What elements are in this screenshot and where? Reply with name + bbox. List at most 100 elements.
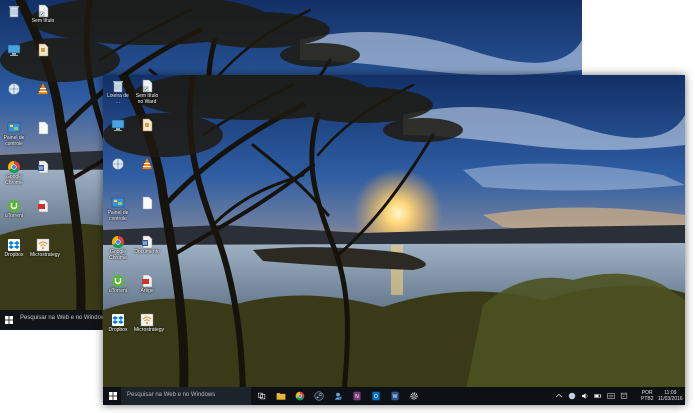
desktop-icon[interactable]: Painel de controle [105,196,131,222]
computer-icon [7,44,21,56]
back-search-box[interactable]: Pesquisar na Web e no Windows [20,315,108,321]
file-shortcut-icon [38,4,49,18]
chrome-icon[interactable] [295,391,305,401]
svg-text:N: N [355,394,359,400]
desktop-icon[interactable] [1,43,27,58]
desktop-icon[interactable]: Google Chrome [1,160,27,186]
svg-text:O: O [374,394,378,400]
people-icon[interactable] [333,391,343,401]
chrome-icon [7,161,20,174]
desktop-icon-label: Sem título [31,18,55,24]
desktop-icon-label: Dropbox [4,252,24,258]
chrome-icon [111,236,124,249]
desktop-icon-label: Painel de controle [3,135,25,147]
network-icon [8,83,20,95]
blank-document-icon [142,196,153,210]
desktop-icon[interactable] [134,157,160,172]
desktop-icon[interactable]: uTorrent [1,199,27,220]
desktop-icon-label: Dropbox [108,327,128,333]
desktop-icon[interactable] [1,4,27,19]
language-indicator[interactable]: POR PTB2 [641,390,654,402]
wallpaper-image [103,75,685,405]
desktop-icon-label: Sem título no Ward [135,93,159,105]
desktop-icon[interactable]: Artigo [134,274,160,295]
wifi-icon [36,238,50,252]
computer-icon [111,119,125,131]
utorrent-icon [8,200,20,212]
dropbox-icon [8,239,20,251]
control-panel-icon [111,197,125,208]
file-shortcut-icon [142,79,153,93]
desktop-icon[interactable]: Lixeira de ... [105,79,131,105]
word-icon[interactable]: W [390,391,400,401]
keyboard-layout: PTB2 [641,396,654,402]
wifi-icon [140,313,154,327]
desktop-icon[interactable]: Dropbox [1,238,27,259]
svg-text:W: W [39,166,44,172]
recycle-bin-icon [9,6,19,18]
volume-icon[interactable] [581,392,589,400]
windows-start-icon[interactable] [5,316,13,324]
control-panel-icon [7,122,21,133]
steam-icon[interactable] [314,391,324,401]
desktop-icon-label: Microstrategy [30,252,61,258]
network-icon[interactable] [568,392,576,400]
desktop-icon[interactable]: W [30,160,56,175]
desktop-icon[interactable] [1,82,27,97]
desktop-icon[interactable]: Google Chrome [105,235,131,261]
vlc-icon [141,157,153,170]
pdf-document-icon [38,199,49,213]
desktop-icon[interactable] [134,196,160,211]
desktop-icon-label: Google Chrome [5,174,23,186]
dropbox-icon [112,314,124,326]
desktop-icon[interactable]: Microstrategy [134,313,165,334]
network-icon [112,158,124,170]
desktop-icon-label: Lixeira de ... [107,93,129,105]
desktop-icon[interactable]: Microstrategy [30,238,61,259]
chevron-up-icon[interactable] [555,392,563,400]
action-center-icon[interactable] [620,392,628,400]
clock-date: 11/03/2016 [658,396,683,402]
windows-start-icon[interactable] [109,392,117,400]
desktop-icon-label: Microstrategy [134,327,165,333]
desktop-icon[interactable] [105,157,131,172]
utorrent-icon [112,275,124,287]
desktop-icon[interactable]: uTorrent [105,274,131,295]
desktop-icon[interactable]: Dropbox [105,313,131,334]
desktop-icon[interactable] [30,43,56,58]
svg-text:W: W [143,241,148,247]
desktop-icon[interactable] [105,118,131,133]
desktop-icon-label: Documento [134,249,160,255]
desktop-icon[interactable] [134,118,160,133]
desktop-icon-label: Artigo [140,288,154,294]
desktop-icon[interactable]: W Documento [134,235,160,256]
desktop-icon-label: uTorrent [108,288,128,294]
vlc-icon [37,82,49,95]
battery-icon[interactable] [594,392,602,400]
file-explorer-icon[interactable] [276,391,286,401]
desktop-icon[interactable]: Sem título no Ward [134,79,160,105]
desktop-icon[interactable] [30,82,56,97]
front-taskbar: Pesquisar na Web e no Windows N O W POR PT… [103,387,685,405]
keyboard-icon[interactable] [607,392,615,400]
taskbar-search-box[interactable]: Pesquisar na Web e no Windows [121,387,251,405]
svg-text:W: W [393,394,398,400]
recycle-bin-icon [113,81,123,93]
onenote-icon[interactable]: N [352,391,362,401]
pdf-document-icon [142,274,153,288]
clock[interactable]: 11:09 11/03/2016 [658,390,683,402]
word-document-icon: W [142,235,153,249]
task-view-icon[interactable] [257,391,267,401]
desktop-icon[interactable]: Sem título [30,4,56,25]
outlook-icon[interactable]: O [371,391,381,401]
desktop-icon[interactable] [30,199,56,214]
desktop-icon-label: Google Chrome [109,249,127,261]
blank-document-icon [38,121,49,135]
document-icon [38,43,49,57]
back-taskbar: Pesquisar na Web e no Windows [0,310,108,330]
desktop-icon-label: Painel de controle [107,210,129,222]
settings-gear-icon[interactable] [409,391,419,401]
word-document-icon: W [38,160,49,174]
desktop-icon[interactable]: Painel de controle [1,121,27,147]
desktop-icon[interactable] [30,121,56,136]
